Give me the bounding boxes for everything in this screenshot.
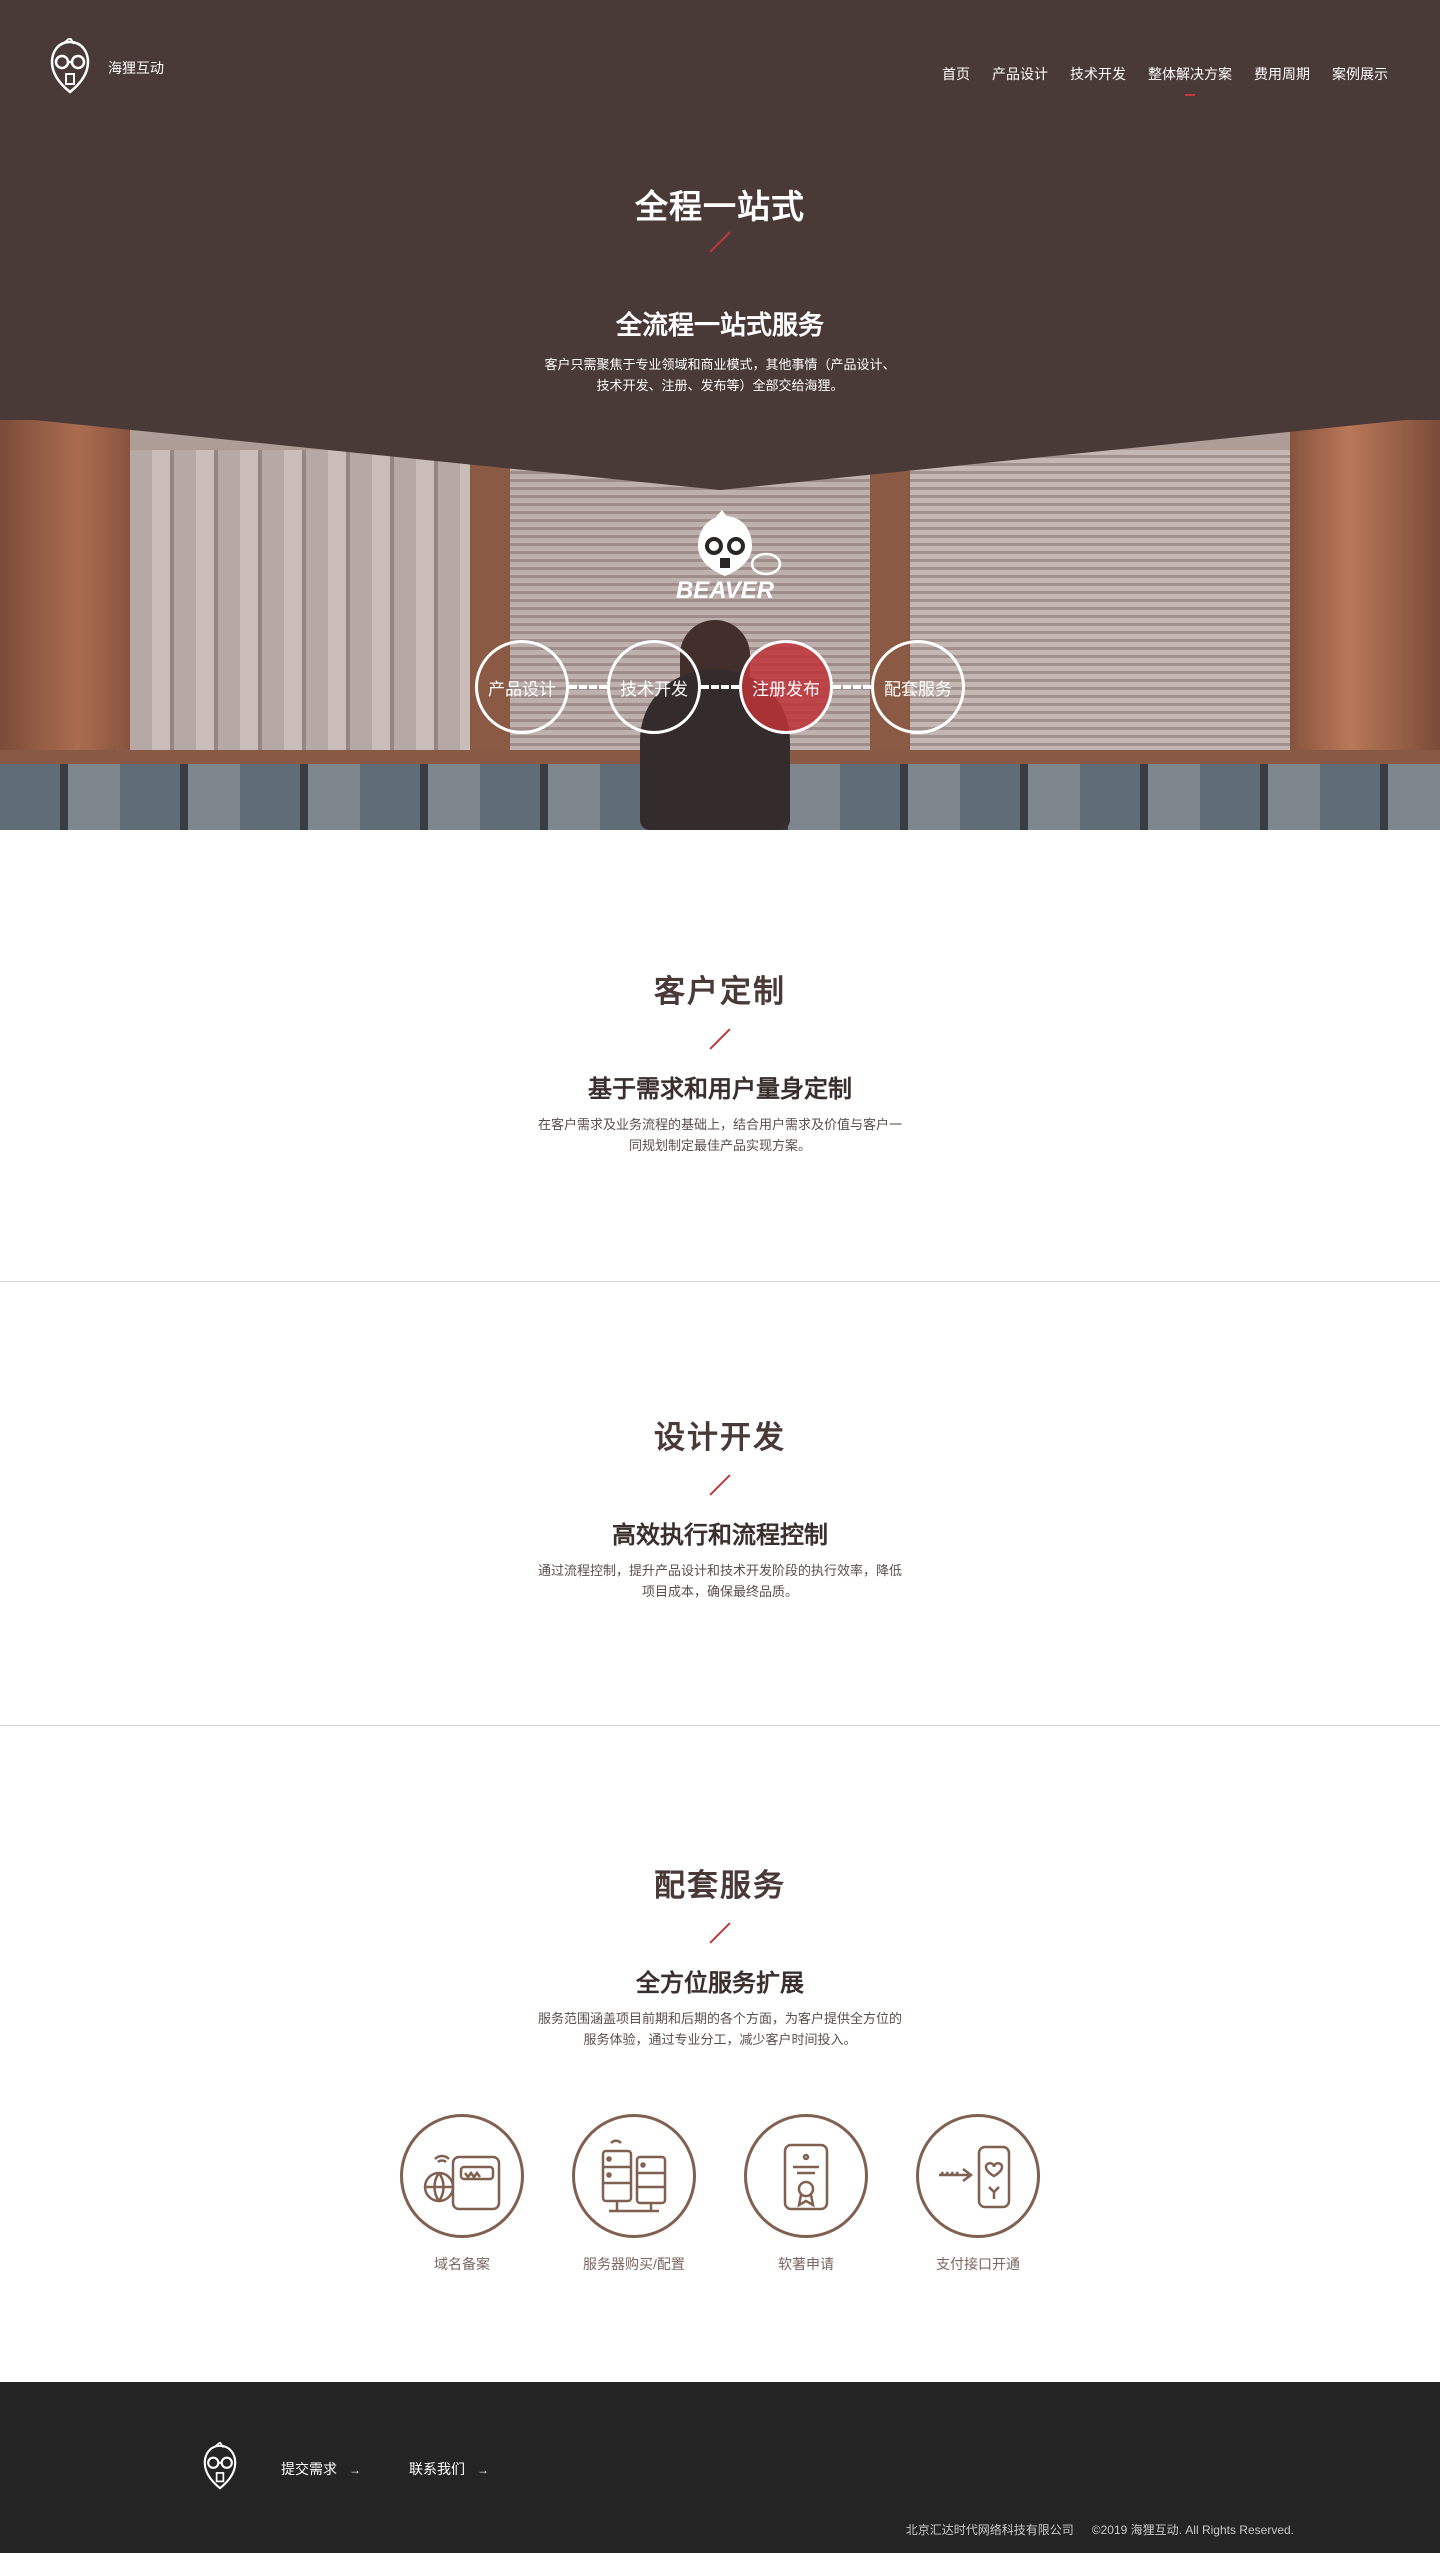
step-tech-dev[interactable]: 技术开发 — [607, 640, 701, 734]
section-description: 服务范围涵盖项目前期和后期的各个方面，为客户提供全方位的服务体验，通过专业分工，… — [537, 2011, 902, 2047]
section-subtitle: 全方位服务扩展 — [636, 1968, 804, 1997]
section-description: 通过流程控制，提升产品设计和技术开发阶段的执行效率，降低项目成本，确保最终品质。 — [537, 1563, 902, 1599]
navbar: 海狸互动 首页 产品设计 技术开发 整体解决方案 费用周期 案例展示 — [0, 0, 1440, 130]
contact-us-link[interactable]: 联系我们 → — [409, 2459, 489, 2479]
service-label: 服务器购买/配置 — [583, 2256, 685, 2272]
footer-link-label: 联系我们 — [409, 2461, 465, 2477]
arrow-right-icon: → — [477, 2463, 489, 2477]
section-divider — [709, 1474, 731, 1496]
step-connector — [701, 685, 739, 689]
service-server[interactable]: 服务器购买/配置 — [572, 2114, 696, 2274]
logo-text: 海狸互动 — [108, 60, 164, 76]
copyright: 北京汇达时代网络科技有限公司 ©2019 海狸互动. All Rights Res… — [906, 2521, 1294, 2538]
beaver-logo-icon[interactable] — [198, 2442, 242, 2492]
beaver-mascot-icon: BEAVER — [676, 510, 782, 604]
section-customization: 客户定制 基于需求和用户量身定制 在客户需求及业务流程的基础上，结合用户需求及价… — [0, 830, 1440, 1282]
service-label: 域名备案 — [434, 2256, 490, 2272]
nav-item-tech-dev[interactable]: 技术开发 — [1070, 64, 1126, 84]
section-description: 在客户需求及业务流程的基础上，结合用户需求及价值与客户一同规划制定最佳产品实现方… — [537, 1117, 902, 1153]
footer: 提交需求 → 联系我们 → 北京汇达时代网络科技有限公司 ©2019 海狸互动. Al… — [0, 2382, 1440, 2553]
section-divider — [709, 1028, 731, 1050]
section-design-dev: 设计开发 高效执行和流程控制 通过流程控制，提升产品设计和技术开发阶段的执行效率… — [0, 1282, 1440, 1726]
certificate-icon — [783, 2143, 829, 2211]
step-register-publish[interactable]: 注册发布 — [739, 640, 833, 734]
section-title: 客户定制 — [654, 974, 786, 1010]
nav-item-product-design[interactable]: 产品设计 — [992, 64, 1048, 84]
service-payment[interactable]: 支付接口开通 — [916, 2114, 1040, 2274]
beaver-logo-icon — [50, 38, 90, 94]
process-steps: 产品设计 技术开发 注册发布 配套服务 — [0, 640, 1440, 734]
domain-icon — [423, 2154, 501, 2211]
section-divider — [709, 1922, 731, 1944]
hero: 海狸互动 首页 产品设计 技术开发 整体解决方案 费用周期 案例展示 全程一站式… — [0, 0, 1440, 830]
company-name: 北京汇达时代网络科技有限公司 — [905, 2523, 1074, 2537]
section-support: 配套服务 全方位服务扩展 服务范围涵盖项目前期和后期的各个方面，为客户提供全方位… — [0, 1726, 1440, 2382]
service-domain[interactable]: 域名备案 — [400, 2114, 524, 2274]
server-icon — [601, 2139, 667, 2213]
service-list: 域名备案 服务器购买/配置 软著申请 支付接口开通 — [0, 2114, 1440, 2274]
hero-title: 全程一站式 — [635, 187, 805, 226]
nav-item-pricing[interactable]: 费用周期 — [1254, 64, 1310, 84]
nav-item-solutions[interactable]: 整体解决方案 — [1148, 64, 1232, 96]
submit-request-link[interactable]: 提交需求 → — [281, 2459, 361, 2479]
service-label: 支付接口开通 — [936, 2256, 1020, 2272]
step-product-design[interactable]: 产品设计 — [475, 640, 569, 734]
section-subtitle: 高效执行和流程控制 — [612, 1520, 828, 1549]
footer-link-label: 提交需求 — [281, 2461, 337, 2477]
nav-item-cases[interactable]: 案例展示 — [1332, 64, 1388, 84]
logo[interactable]: 海狸互动 — [44, 38, 164, 96]
section-title: 配套服务 — [654, 1868, 786, 1904]
section-subtitle: 基于需求和用户量身定制 — [588, 1074, 852, 1103]
service-label: 软著申请 — [778, 2256, 834, 2272]
hero-subtitle: 全流程一站式服务 — [615, 311, 824, 341]
section-title: 设计开发 — [654, 1420, 786, 1456]
payment-icon — [939, 2145, 1011, 2209]
service-copyright[interactable]: 软著申请 — [744, 2114, 868, 2274]
svg-text:BEAVER: BEAVER — [676, 577, 775, 604]
arrow-right-icon: → — [349, 2463, 361, 2477]
main-menu: 首页 产品设计 技术开发 整体解决方案 费用周期 案例展示 — [942, 64, 1388, 96]
step-support-services[interactable]: 配套服务 — [871, 640, 965, 734]
copyright-text: ©2019 海狸互动. All Rights Reserved. — [1091, 2523, 1294, 2537]
step-connector — [833, 685, 871, 689]
hero-description: 客户只需聚焦于专业领域和商业模式，其他事情（产品设计、技术开发、注册、发布等）全… — [544, 357, 896, 393]
step-connector — [569, 685, 607, 689]
nav-item-home[interactable]: 首页 — [942, 64, 970, 84]
